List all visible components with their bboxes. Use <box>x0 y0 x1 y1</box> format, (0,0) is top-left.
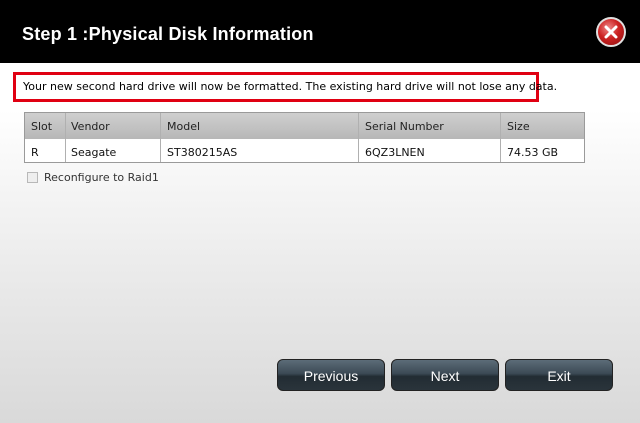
cell-serial: 6QZ3LNEN <box>365 146 425 159</box>
cell-vendor: Seagate <box>71 146 117 159</box>
column-header-model: Model <box>167 120 201 133</box>
format-warning-notice: Your new second hard drive will now be f… <box>13 72 557 102</box>
close-icon <box>604 25 618 39</box>
column-divider <box>358 113 359 162</box>
raid-checkbox[interactable] <box>27 172 38 183</box>
disk-info-dialog: Step 1 :Physical Disk Information Your n… <box>0 0 640 423</box>
dialog-title: Step 1 :Physical Disk Information <box>22 24 314 44</box>
next-button[interactable]: Next <box>391 359 499 391</box>
previous-button[interactable]: Previous <box>277 359 385 391</box>
column-divider <box>160 113 161 162</box>
dialog-titlebar: Step 1 :Physical Disk Information <box>0 0 640 63</box>
column-header-slot: Slot <box>31 120 53 133</box>
column-header-serial: Serial Number <box>365 120 444 133</box>
column-header-size: Size <box>507 120 530 133</box>
raid-checkbox-label: Reconfigure to Raid1 <box>44 171 159 184</box>
column-divider <box>65 113 66 162</box>
close-button[interactable] <box>596 17 626 47</box>
column-header-vendor: Vendor <box>71 120 110 133</box>
cell-slot: R <box>31 146 39 159</box>
column-divider <box>500 113 501 162</box>
cell-model: ST380215AS <box>167 146 238 159</box>
disk-table: Slot Vendor Model Serial Number Size R S… <box>24 112 585 163</box>
cell-size: 74.53 GB <box>507 146 559 159</box>
exit-button[interactable]: Exit <box>505 359 613 391</box>
